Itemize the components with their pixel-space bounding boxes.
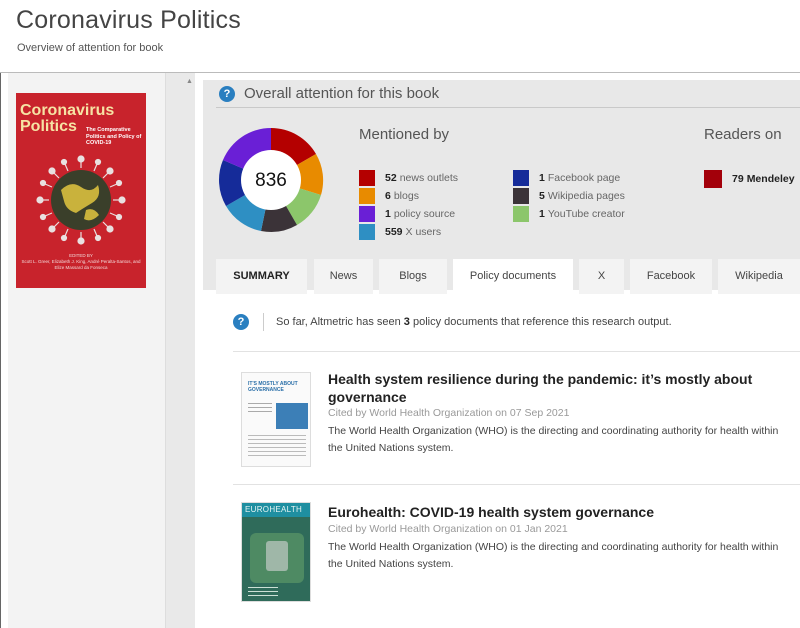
- reader-mendeley[interactable]: 79 Mendeley: [704, 170, 795, 188]
- help-icon[interactable]: ?: [233, 314, 249, 330]
- news-swatch: [359, 170, 375, 186]
- policy-swatch: [359, 206, 375, 222]
- tab-summary[interactable]: SUMMARY: [216, 259, 307, 294]
- blogs-swatch: [359, 188, 375, 204]
- cover-editors: EDITED BY Scott L. Greer, Elizabeth J. K…: [18, 253, 144, 271]
- mention-label: YouTube creator: [547, 208, 625, 220]
- help-icon[interactable]: ?: [219, 85, 235, 102]
- reader-count: 79: [732, 173, 744, 185]
- attention-title: Overall attention for this book: [244, 85, 440, 102]
- tab-blogs[interactable]: Blogs: [379, 259, 447, 294]
- mention-blogs[interactable]: 6 blogs: [359, 188, 419, 204]
- mention-count: 5: [539, 190, 545, 202]
- thumb-line: [248, 411, 272, 412]
- thumb-line: [248, 451, 306, 452]
- reader-label: Mendeley: [746, 173, 795, 185]
- intro-prefix: So far, Altmetric has seen: [276, 316, 401, 328]
- globe-virus-illustration: [36, 155, 126, 245]
- mention-count: 1: [539, 208, 545, 220]
- mention-label: Facebook page: [547, 172, 621, 184]
- cover-subtitle: The Comparative Politics and Policy of C…: [86, 127, 142, 146]
- mention-label: news outlets: [399, 172, 459, 184]
- page-title: Coronavirus Politics: [16, 6, 241, 34]
- divider: [233, 484, 800, 485]
- thumb-line: [248, 595, 278, 596]
- mention-youtube[interactable]: 1 YouTube creator: [513, 206, 625, 222]
- policy-document-description: The World Health Organization (WHO) is t…: [328, 425, 779, 454]
- mention-label: blogs: [393, 190, 419, 202]
- tab-bar: SUMMARY News Blogs Policy documents X Fa…: [216, 259, 800, 294]
- cover-editor-names: Scott L. Greer, Elizabeth J. King, André…: [21, 259, 141, 270]
- policy-document-title[interactable]: Health system resilience during the pand…: [328, 370, 768, 406]
- left-sidebar: Coronavirus Politics The Comparative Pol…: [8, 73, 165, 628]
- tab-news[interactable]: News: [314, 259, 373, 294]
- thumb-line: [248, 435, 306, 436]
- mention-label: X users: [405, 226, 442, 238]
- thumb-line: [248, 447, 306, 448]
- page-header: Coronavirus Politics Overview of attenti…: [0, 0, 800, 73]
- mention-label: Wikipedia pages: [547, 190, 625, 202]
- mention-label: policy source: [393, 208, 456, 220]
- mention-news[interactable]: 52 news outlets: [359, 170, 458, 186]
- tab-policy-documents[interactable]: Policy documents: [453, 259, 573, 294]
- policy-info-line: ? So far, Altmetric has seen 3 policy do…: [233, 313, 672, 331]
- attention-divider: [216, 107, 800, 108]
- facebook-swatch: [513, 170, 529, 186]
- thumb-line: [248, 587, 278, 588]
- readers-on-title: Readers on: [704, 126, 782, 143]
- tab-x[interactable]: X: [579, 259, 624, 294]
- policy-document-thumbnail[interactable]: EUROHEALTH: [241, 502, 311, 602]
- thumb-line: [248, 591, 278, 592]
- mention-facebook[interactable]: 1 Facebook page: [513, 170, 620, 186]
- thumb-line: [248, 443, 306, 444]
- tab-facebook[interactable]: Facebook: [630, 259, 712, 294]
- policy-document-thumbnail[interactable]: IT'S MOSTLY ABOUT GOVERNANCE: [241, 372, 311, 467]
- x-swatch: [359, 224, 375, 240]
- wikipedia-swatch: [513, 188, 529, 204]
- mention-count: 6: [385, 190, 391, 202]
- mention-wikipedia[interactable]: 5 Wikipedia pages: [513, 188, 625, 204]
- policy-document-description: The World Health Organization (WHO) is t…: [328, 541, 779, 570]
- mendeley-swatch: [704, 170, 722, 188]
- tab-wikipedia[interactable]: Wikipedia: [718, 259, 800, 294]
- mention-count: 559: [385, 226, 403, 238]
- scroll-up-arrow-icon[interactable]: ▲: [186, 78, 193, 85]
- thumb-line: [248, 439, 306, 440]
- mention-policy[interactable]: 1 policy source: [359, 206, 455, 222]
- thumb-heading: IT'S MOSTLY ABOUT GOVERNANCE: [248, 381, 298, 393]
- cover-title-line1: Coronavirus: [20, 102, 115, 119]
- mention-x[interactable]: 559 X users: [359, 224, 441, 240]
- divider: [233, 351, 800, 352]
- thumb-line: [248, 407, 272, 408]
- mention-count: 1: [539, 172, 545, 184]
- policy-info-text: So far, Altmetric has seen 3 policy docu…: [276, 316, 672, 328]
- youtube-swatch: [513, 206, 529, 222]
- book-cover-image[interactable]: Coronavirus Politics The Comparative Pol…: [16, 93, 146, 288]
- thumb-line: [248, 455, 306, 456]
- attention-score: 836: [255, 170, 287, 191]
- thumb-heading: EUROHEALTH: [242, 503, 310, 517]
- thumb-block: [276, 403, 308, 429]
- scrollbar-track[interactable]: [165, 73, 195, 628]
- policy-document-title[interactable]: Eurohealth: COVID-19 health system gover…: [328, 503, 768, 521]
- phone-shape: [266, 541, 288, 571]
- mention-count: 52: [385, 172, 397, 184]
- mention-count: 1: [385, 208, 391, 220]
- intro-suffix: policy documents that reference this res…: [412, 316, 672, 328]
- policy-document-cited: Cited by World Health Organization on 01…: [328, 523, 568, 535]
- intro-count: 3: [403, 316, 410, 328]
- attention-header: ? Overall attention for this book: [219, 85, 439, 102]
- policy-document-cited: Cited by World Health Organization on 07…: [328, 407, 570, 419]
- separator: [263, 313, 264, 331]
- mentioned-by-title: Mentioned by: [359, 126, 450, 143]
- thumb-line: [248, 403, 272, 404]
- page-subtitle: Overview of attention for book: [17, 42, 164, 54]
